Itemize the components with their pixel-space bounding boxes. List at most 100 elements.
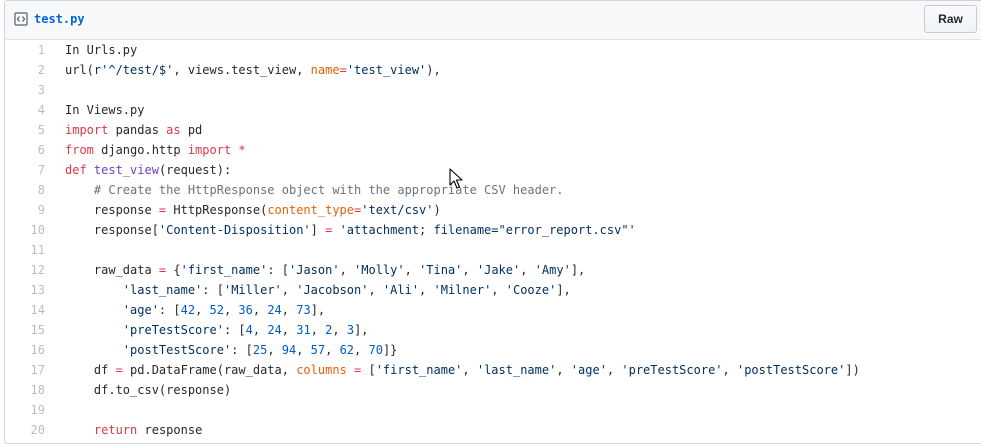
code-token: r'^/test/$' [93, 63, 174, 77]
line-content: df = pd.DataFrame(raw_data, columns = ['… [65, 360, 860, 380]
line-number[interactable]: 11 [5, 240, 45, 260]
line-number[interactable]: 1 [5, 40, 45, 60]
code-token: ], [570, 263, 586, 277]
code-line: 20 return response [5, 420, 981, 440]
code-token: ], [556, 283, 571, 297]
line-number[interactable]: 6 [5, 140, 45, 160]
line-content: return response [65, 420, 202, 440]
code-token: 'Jason' [289, 263, 340, 277]
code-token: 'age' [570, 363, 607, 377]
code-token: 52 [209, 303, 224, 317]
line-content: 'age': [42, 52, 36, 24, 73], [65, 300, 325, 320]
code-token: , [281, 323, 297, 337]
code-token: , [491, 283, 506, 297]
code-token: pandas [108, 123, 167, 137]
code-token: 'Jake' [476, 263, 521, 277]
code-token: pd [180, 123, 203, 137]
code-token: { [166, 263, 181, 277]
code-token: test_view [93, 163, 159, 177]
code-token: , [296, 343, 311, 357]
line-number[interactable]: 4 [5, 100, 45, 120]
code-line: 6 from django.http import * [5, 140, 981, 160]
code-token: , [195, 303, 210, 317]
line-content: from django.http import * [65, 140, 246, 160]
code-token: In Urls.py [65, 43, 138, 57]
code-token: response [137, 423, 203, 437]
line-number[interactable]: 18 [5, 380, 45, 400]
code-token: ], [354, 323, 369, 337]
code-token: 'test_view' [346, 63, 427, 77]
code-token: In Views.py [65, 103, 145, 117]
code-token: 'preTestScore' [621, 363, 723, 377]
line-content: 'preTestScore': [4, 24, 31, 2, 3], [65, 320, 369, 340]
line-number[interactable]: 15 [5, 320, 45, 340]
line-number[interactable]: 20 [5, 420, 45, 440]
file-viewer: test.py Raw 1 In Urls.py 2 url(r'^/test/$',… [4, 0, 981, 444]
code-token: 94 [281, 343, 297, 357]
code-file-icon [14, 12, 28, 26]
code-token: 24 [267, 323, 282, 337]
code-token: [ [361, 363, 376, 377]
code-token: response [65, 203, 159, 217]
code-token: ] [310, 223, 326, 237]
line-content: response['Content-Disposition'] = 'attac… [65, 220, 636, 240]
line-number[interactable]: 5 [5, 120, 45, 140]
line-number[interactable]: 12 [5, 260, 45, 280]
code-token: , [332, 323, 347, 337]
code-line: 5 import pandas as pd [5, 120, 981, 140]
line-number[interactable]: 14 [5, 300, 45, 320]
code-line: 13 'last_name': ['Miller', 'Jacobson', '… [5, 280, 981, 300]
code-token: : [ [202, 283, 224, 297]
code-token: , [252, 323, 268, 337]
line-number[interactable]: 9 [5, 200, 45, 220]
code-line: 16 'postTestScore': [25, 94, 57, 62, 70]… [5, 340, 981, 360]
code-token: , [404, 263, 420, 277]
code-token: 'Milner' [433, 283, 492, 297]
line-number[interactable]: 10 [5, 220, 45, 240]
code-token: 'postTestScore' [122, 343, 232, 357]
line-number[interactable]: 7 [5, 160, 45, 180]
line-number[interactable]: 16 [5, 340, 45, 360]
line-number[interactable]: 3 [5, 80, 45, 100]
line-number[interactable]: 17 [5, 360, 45, 380]
code-token: = [339, 63, 347, 77]
file-name-link[interactable]: test.py [34, 11, 85, 27]
line-number[interactable]: 8 [5, 180, 45, 200]
code-token: , views.test_view, [173, 63, 311, 77]
raw-button[interactable]: Raw [924, 5, 977, 33]
code-token: as [166, 123, 181, 137]
code-token: , [354, 343, 369, 357]
code-token: df.to_csv(response) [65, 383, 232, 397]
code-line: 3 [5, 80, 981, 100]
code-token: 57 [310, 343, 326, 357]
code-token: 'last_name' [476, 363, 557, 377]
code-token: 25 [252, 343, 268, 357]
line-content: raw_data = {'first_name': ['Jason', 'Mol… [65, 260, 585, 280]
code-token: 'Jacobson' [296, 283, 369, 297]
code-token: = [115, 363, 123, 377]
code-token: 'text/csv' [361, 203, 434, 217]
file-header: test.py Raw [5, 1, 981, 40]
code-token: : [ [223, 323, 246, 337]
line-number[interactable]: 2 [5, 60, 45, 80]
line-number[interactable]: 13 [5, 280, 45, 300]
code-token: 'Miller' [223, 283, 282, 297]
code-token: : [ [231, 343, 253, 357]
code-token: , [223, 303, 239, 317]
line-content: # Create the HttpResponse object with th… [65, 180, 564, 200]
code-line: 7 def test_view(request): [5, 160, 981, 180]
code-token: , [462, 363, 477, 377]
code-token: : [ [267, 263, 289, 277]
code-token: , [252, 303, 268, 317]
code-line: 19 [5, 400, 981, 420]
line-number[interactable]: 19 [5, 400, 45, 420]
code-token: 'first_name' [180, 263, 268, 277]
code-line: 12 raw_data = {'first_name': ['Jason', '… [5, 260, 981, 280]
code-line: 17 df = pd.DataFrame(raw_data, columns =… [5, 360, 981, 380]
code-token: df [65, 363, 116, 377]
code-token: 'postTestScore' [736, 363, 846, 377]
